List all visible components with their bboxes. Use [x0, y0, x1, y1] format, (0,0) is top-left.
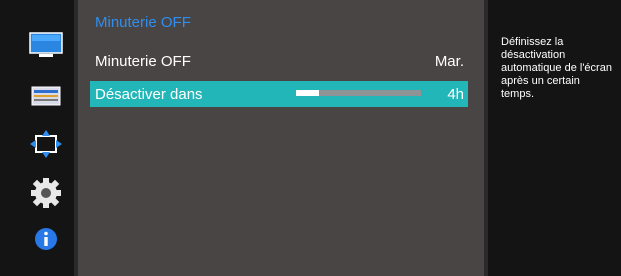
menu-title: Minuterie OFF: [95, 14, 191, 31]
menu-panel: Minuterie OFF Minuterie OFF Mar. Désacti…: [78, 0, 484, 276]
picture-settings-icon[interactable]: [29, 81, 63, 111]
monitor-icon[interactable]: [29, 30, 63, 60]
menu-item-value: 4h: [447, 85, 464, 103]
gear-icon[interactable]: [29, 178, 63, 208]
menu-item-label: Désactiver dans: [95, 85, 203, 103]
sidebar: [0, 0, 74, 276]
menu-item-label: Minuterie OFF: [95, 52, 191, 70]
menu-item-desactiver-dans[interactable]: Désactiver dans 4h: [90, 81, 468, 107]
osd-menu: Minuterie OFF Minuterie OFF Mar. Désacti…: [0, 0, 621, 276]
menu-item-value: Mar.: [434, 52, 464, 70]
timer-slider[interactable]: [296, 90, 421, 96]
slider-fill: [296, 90, 319, 96]
info-icon[interactable]: [29, 224, 63, 254]
menu-item-minuterie-off[interactable]: Minuterie OFF Mar.: [90, 48, 468, 74]
help-panel: Définissez la désactivation automatique …: [488, 0, 621, 276]
position-icon[interactable]: [29, 129, 63, 159]
help-text: Définissez la désactivation automatique …: [501, 36, 612, 100]
